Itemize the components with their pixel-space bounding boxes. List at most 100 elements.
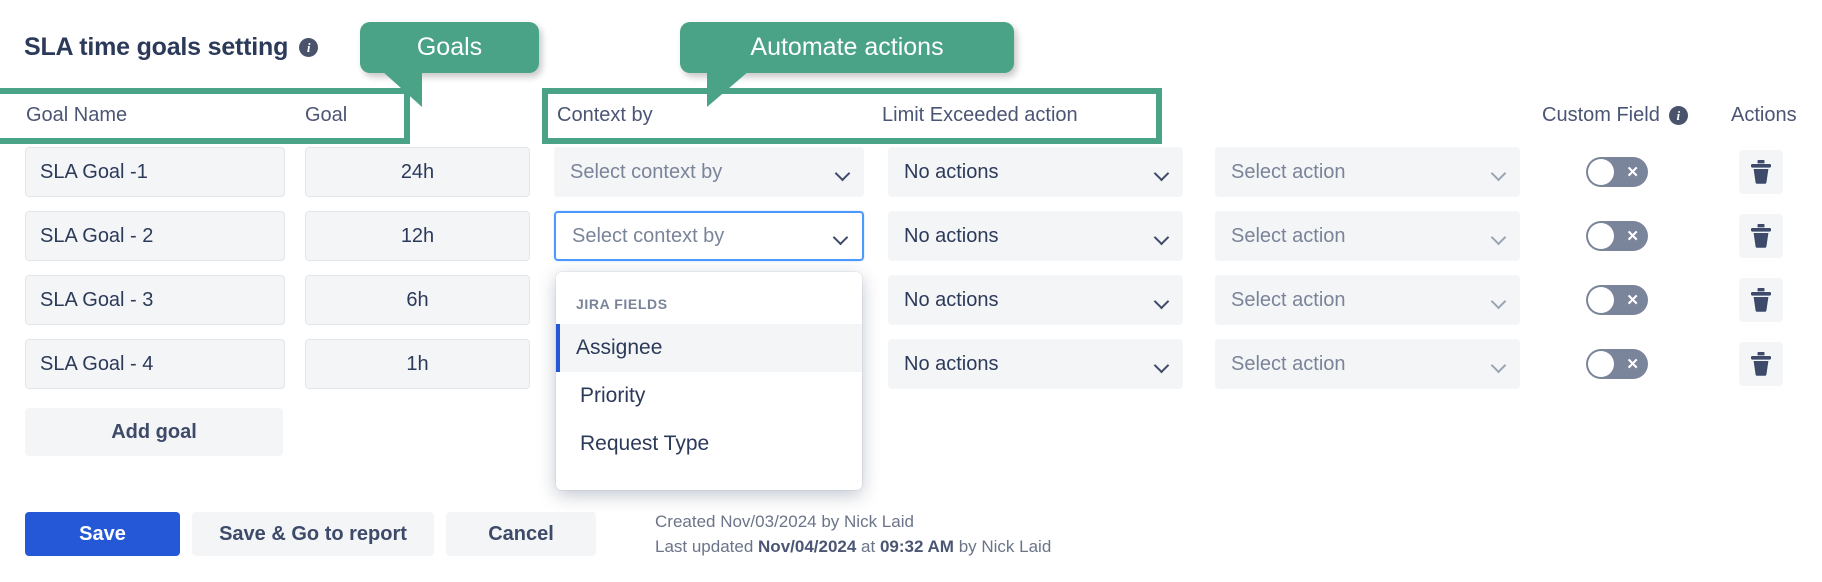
meta-info: Created Nov/03/2024 by Nick Laid Last up… bbox=[655, 510, 1051, 559]
created-info: Created Nov/03/2024 by Nick Laid bbox=[655, 510, 1051, 535]
callout-automate-tail bbox=[707, 71, 749, 107]
action-select-label: Select action bbox=[1231, 353, 1346, 376]
updated-at-word: at bbox=[856, 537, 880, 556]
action-select[interactable]: Select action bbox=[1215, 211, 1520, 261]
column-header-context-by: Context by bbox=[557, 104, 653, 127]
updated-by: by Nick Laid bbox=[954, 537, 1051, 556]
callout-automate-actions: Automate actions bbox=[680, 22, 1014, 73]
dropdown-option-request-type[interactable]: Request Type bbox=[556, 420, 862, 468]
goal-name-input[interactable]: SLA Goal - 2 bbox=[25, 211, 285, 261]
action-select[interactable]: Select action bbox=[1215, 147, 1520, 197]
custom-field-toggle[interactable]: ✕ bbox=[1586, 285, 1648, 315]
created-by: by Nick Laid bbox=[817, 512, 914, 531]
goal-value-input[interactable]: 24h bbox=[305, 147, 530, 197]
column-header-goal-name: Goal Name bbox=[26, 104, 127, 127]
action-select-label: Select action bbox=[1231, 289, 1346, 312]
created-date: Nov/03/2024 bbox=[720, 512, 816, 531]
callout-goals-label: Goals bbox=[417, 33, 482, 62]
close-icon: ✕ bbox=[1626, 293, 1639, 308]
close-icon: ✕ bbox=[1626, 229, 1639, 244]
toggle-knob bbox=[1588, 287, 1614, 313]
dropdown-option-priority[interactable]: Priority bbox=[556, 372, 862, 420]
chevron-down-icon bbox=[1492, 360, 1506, 369]
goal-value-input[interactable]: 12h bbox=[305, 211, 530, 261]
table-row: SLA Goal - 2 12h Select context by No ac… bbox=[0, 211, 1822, 261]
goal-name-input[interactable]: SLA Goal -1 bbox=[25, 147, 285, 197]
limit-exceeded-action-select[interactable]: No actions bbox=[888, 339, 1183, 389]
action-select[interactable]: Select action bbox=[1215, 339, 1520, 389]
toggle-knob bbox=[1588, 223, 1614, 249]
goal-name-input[interactable]: SLA Goal - 4 bbox=[25, 339, 285, 389]
custom-field-toggle[interactable]: ✕ bbox=[1586, 349, 1648, 379]
save-button[interactable]: Save bbox=[25, 512, 180, 556]
close-icon: ✕ bbox=[1626, 165, 1639, 180]
limit-exceeded-action-label: No actions bbox=[904, 353, 999, 376]
callout-goals-tail bbox=[382, 71, 422, 107]
limit-exceeded-action-select[interactable]: No actions bbox=[888, 275, 1183, 325]
custom-field-toggle-wrap: ✕ bbox=[1586, 211, 1648, 261]
trash-icon bbox=[1749, 159, 1773, 185]
delete-row-button[interactable] bbox=[1739, 214, 1783, 258]
dropdown-group-label: JIRA FIELDS bbox=[556, 284, 862, 324]
limit-exceeded-action-label: No actions bbox=[904, 161, 999, 184]
trash-icon bbox=[1749, 287, 1773, 313]
cancel-button[interactable]: Cancel bbox=[446, 512, 596, 556]
action-select-label: Select action bbox=[1231, 161, 1346, 184]
chevron-down-icon bbox=[1155, 296, 1169, 305]
custom-field-toggle[interactable]: ✕ bbox=[1586, 157, 1648, 187]
limit-exceeded-action-label: No actions bbox=[904, 225, 999, 248]
column-header-goal: Goal bbox=[305, 104, 347, 127]
delete-row-button[interactable] bbox=[1739, 150, 1783, 194]
column-header-custom-field: Custom Field i bbox=[1542, 104, 1688, 127]
chevron-down-icon bbox=[1492, 232, 1506, 241]
callout-automate-label: Automate actions bbox=[750, 33, 943, 62]
limit-exceeded-action-select[interactable]: No actions bbox=[888, 211, 1183, 261]
chevron-down-icon bbox=[1155, 360, 1169, 369]
dropdown-option-assignee[interactable]: Assignee bbox=[556, 324, 862, 372]
column-header-custom-field-label: Custom Field bbox=[1542, 104, 1660, 127]
close-icon: ✕ bbox=[1626, 357, 1639, 372]
delete-row-button[interactable] bbox=[1739, 278, 1783, 322]
chevron-down-icon bbox=[1155, 168, 1169, 177]
updated-prefix: Last updated bbox=[655, 537, 758, 556]
context-by-dropdown-menu: JIRA FIELDS Assignee Priority Request Ty… bbox=[556, 272, 862, 490]
custom-field-toggle-wrap: ✕ bbox=[1586, 275, 1648, 325]
created-prefix: Created bbox=[655, 512, 720, 531]
delete-row-button[interactable] bbox=[1739, 342, 1783, 386]
chevron-down-icon bbox=[1155, 232, 1169, 241]
save-and-go-to-report-button[interactable]: Save & Go to report bbox=[192, 512, 434, 556]
limit-exceeded-action-select[interactable]: No actions bbox=[888, 147, 1183, 197]
page-title: SLA time goals setting i bbox=[24, 33, 318, 62]
context-by-select-label: Select context by bbox=[570, 161, 722, 184]
updated-time: 09:32 AM bbox=[880, 537, 954, 556]
chevron-down-icon bbox=[834, 232, 848, 241]
custom-field-toggle-wrap: ✕ bbox=[1586, 147, 1648, 197]
context-by-select[interactable]: Select context by bbox=[554, 211, 864, 261]
chevron-down-icon bbox=[1492, 296, 1506, 305]
goal-value-input[interactable]: 6h bbox=[305, 275, 530, 325]
goal-value-input[interactable]: 1h bbox=[305, 339, 530, 389]
action-select-label: Select action bbox=[1231, 225, 1346, 248]
context-by-select[interactable]: Select context by bbox=[554, 147, 864, 197]
action-select[interactable]: Select action bbox=[1215, 275, 1520, 325]
trash-icon bbox=[1749, 223, 1773, 249]
column-header-actions: Actions bbox=[1731, 104, 1797, 127]
updated-info: Last updated Nov/04/2024 at 09:32 AM by … bbox=[655, 535, 1051, 560]
add-goal-button[interactable]: Add goal bbox=[25, 408, 283, 456]
context-by-select-label: Select context by bbox=[572, 225, 724, 248]
table-row: SLA Goal - 4 1h No actions Select action… bbox=[0, 339, 1822, 389]
goal-name-input[interactable]: SLA Goal - 3 bbox=[25, 275, 285, 325]
column-header-limit-exceeded-action: Limit Exceeded action bbox=[882, 104, 1078, 127]
updated-date: Nov/04/2024 bbox=[758, 537, 856, 556]
chevron-down-icon bbox=[836, 168, 850, 177]
custom-field-toggle[interactable]: ✕ bbox=[1586, 221, 1648, 251]
custom-field-info-icon[interactable]: i bbox=[1669, 106, 1688, 125]
toggle-knob bbox=[1588, 351, 1614, 377]
info-icon[interactable]: i bbox=[299, 38, 318, 57]
trash-icon bbox=[1749, 351, 1773, 377]
table-row: SLA Goal - 3 6h No actions Select action… bbox=[0, 275, 1822, 325]
page-title-text: SLA time goals setting bbox=[24, 33, 288, 62]
chevron-down-icon bbox=[1492, 168, 1506, 177]
limit-exceeded-action-label: No actions bbox=[904, 289, 999, 312]
table-row: SLA Goal -1 24h Select context by No act… bbox=[0, 147, 1822, 197]
